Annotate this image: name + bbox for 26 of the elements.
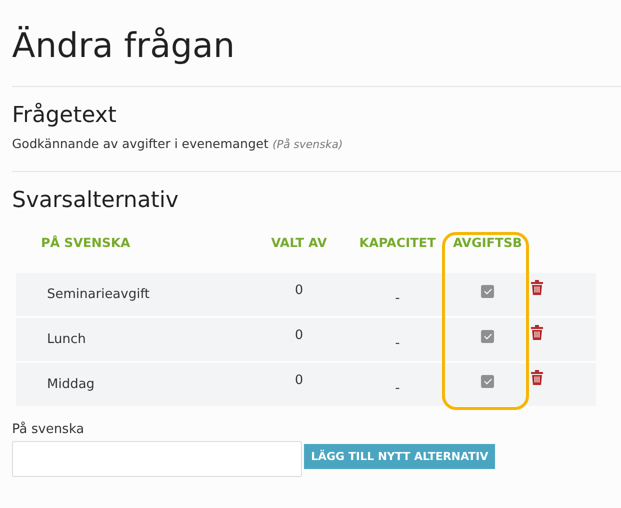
- section-heading: Frågetext: [12, 103, 118, 128]
- table-cell-text: 0: [294, 327, 304, 343]
- table-cell-text: Middag: [46, 376, 96, 392]
- trash-icon[interactable]: [530, 325, 544, 340]
- add-option-button[interactable]: LÄGG TILL NYTT ALTERNATIV: [304, 444, 496, 469]
- field-label: På svenska: [12, 422, 86, 437]
- table-cell-text: -: [394, 380, 401, 396]
- table-cell-text: Seminarieavgift: [46, 286, 151, 302]
- question-text: Godkännande av avgifter i evenemanget (På svenska): [12, 136, 344, 151]
- column-header: AVGIFTSB: [452, 234, 523, 250]
- section-heading: Svarsalternativ: [12, 188, 180, 213]
- checkbox[interactable]: [481, 375, 494, 388]
- table-cell-text: -: [394, 335, 401, 351]
- table-cell-text: -: [394, 290, 401, 306]
- trash-icon[interactable]: [530, 280, 544, 295]
- table-cell-text: 0: [294, 372, 304, 388]
- column-header: VALT AV: [270, 234, 328, 250]
- trash-icon[interactable]: [530, 370, 544, 385]
- page-title: Ändra frågan: [12, 26, 236, 66]
- column-header: PÅ SVENSKA: [40, 234, 132, 250]
- table-cell-text: Lunch: [46, 331, 87, 347]
- checkbox[interactable]: [481, 285, 494, 298]
- checkbox[interactable]: [481, 330, 494, 343]
- column-header: KAPACITET: [358, 234, 437, 250]
- input-field[interactable]: [12, 441, 302, 477]
- table-cell-text: 0: [294, 282, 304, 298]
